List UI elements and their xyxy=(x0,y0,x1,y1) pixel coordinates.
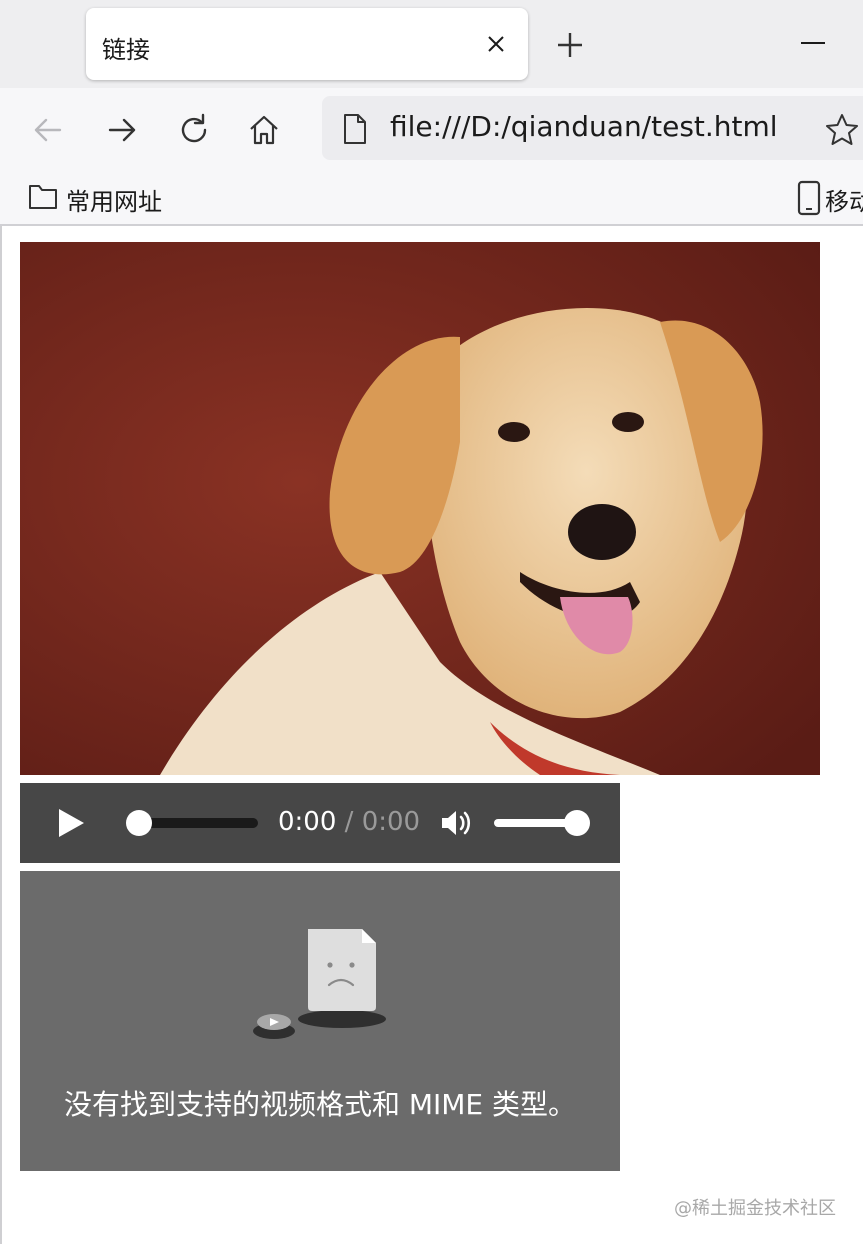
bookmarks-bar: 常用网址 移动 xyxy=(0,172,863,226)
navigation-toolbar: file:///D:/qianduan/test.html xyxy=(0,88,863,172)
dog-image xyxy=(20,242,820,775)
minimize-icon[interactable] xyxy=(798,28,828,58)
volume-thumb[interactable] xyxy=(564,810,590,836)
folder-icon[interactable] xyxy=(28,182,58,210)
audio-progress-track[interactable] xyxy=(126,810,258,836)
audio-time-separator: / xyxy=(344,807,354,837)
audio-current-time: 0:00 xyxy=(278,807,337,837)
video-player: 没有找到支持的视频格式和 MIME 类型。 xyxy=(20,871,620,1171)
page-content: 0:00 / 0:00 没有找到支持的视频格式和 MIME 类型。 @稀土掘金技… xyxy=(0,226,863,1244)
page-icon xyxy=(344,114,366,144)
play-icon[interactable] xyxy=(56,807,86,839)
address-bar[interactable]: file:///D:/qianduan/test.html xyxy=(322,96,863,160)
tab-active[interactable]: 链接 xyxy=(86,8,528,80)
video-error-message: 没有找到支持的视频格式和 MIME 类型。 xyxy=(63,1088,577,1121)
audio-time: 0:00 / 0:00 xyxy=(278,807,420,837)
url-text[interactable]: file:///D:/qianduan/test.html xyxy=(390,110,778,143)
plus-icon[interactable] xyxy=(553,28,587,62)
back-arrow-icon[interactable] xyxy=(30,112,66,148)
home-icon[interactable] xyxy=(246,112,282,148)
audio-progress-thumb[interactable] xyxy=(126,810,152,836)
tab-title: 链接 xyxy=(102,36,150,64)
forward-arrow-icon[interactable] xyxy=(104,112,140,148)
close-icon[interactable] xyxy=(480,28,512,60)
tab-strip: 链接 xyxy=(0,0,863,88)
audio-player: 0:00 / 0:00 xyxy=(20,783,620,863)
volume-icon[interactable] xyxy=(438,805,474,841)
broken-video-icon xyxy=(253,929,386,1039)
bookmark-folder-label[interactable]: 常用网址 xyxy=(66,182,162,217)
watermark: @稀土掘金技术社区 xyxy=(674,1198,836,1219)
mobile-device-icon[interactable] xyxy=(797,180,821,216)
bookmark-mobile-label[interactable]: 移动 xyxy=(825,182,863,217)
audio-duration: 0:00 xyxy=(361,807,421,837)
reload-icon[interactable] xyxy=(176,112,212,148)
volume-slider[interactable] xyxy=(494,810,590,836)
star-icon[interactable] xyxy=(824,112,860,148)
